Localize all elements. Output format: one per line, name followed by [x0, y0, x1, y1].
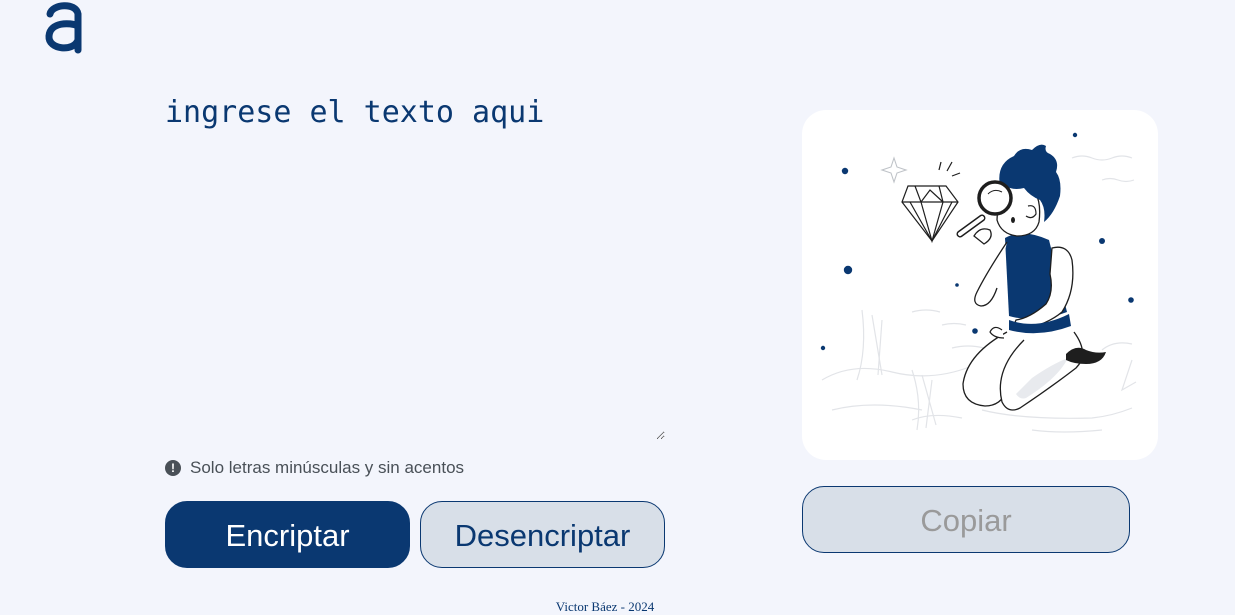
- text-input[interactable]: [165, 92, 665, 440]
- copy-button[interactable]: Copiar: [802, 486, 1130, 553]
- exclamation-circle-icon: !: [165, 460, 181, 476]
- page: ! Solo letras minúsculas y sin acentos E…: [0, 0, 1235, 615]
- search-illustration-icon: [820, 132, 1137, 433]
- resize-handle-icon[interactable]: [802, 110, 810, 118]
- output-panel[interactable]: [802, 110, 1158, 460]
- footer-text: Victor Báez - 2024: [555, 599, 655, 614]
- decrypt-button[interactable]: Desencriptar: [420, 501, 665, 568]
- hint-text: Solo letras minúsculas y sin acentos: [190, 458, 465, 477]
- input-hint: ! Solo letras minúsculas y sin acentos: [165, 458, 464, 478]
- footer: Victor Báez - 2024: [0, 599, 1235, 615]
- logo-icon: [45, 2, 82, 54]
- encrypt-button[interactable]: Encriptar: [165, 501, 410, 568]
